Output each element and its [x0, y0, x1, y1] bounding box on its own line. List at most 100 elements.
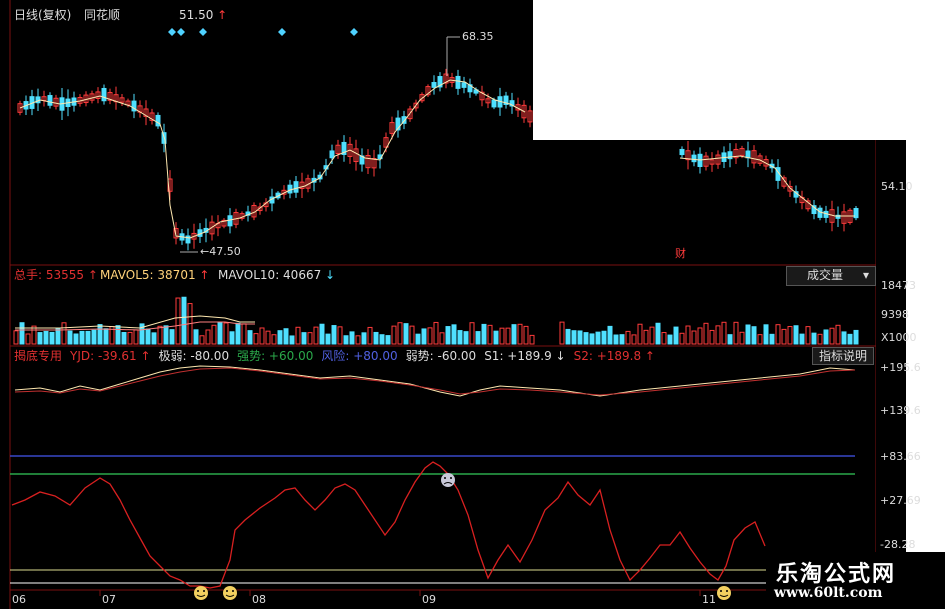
volume-bar [631, 334, 637, 345]
volume-bar [577, 330, 583, 345]
volume-bar [175, 297, 181, 345]
volume-bar [325, 333, 331, 345]
volume-bar [745, 324, 751, 345]
indicator-name: 揭底专用 [14, 349, 63, 363]
volume-bar [73, 333, 79, 345]
volume-bar [679, 332, 685, 345]
volume-bar [259, 327, 265, 345]
watermark-title: 乐淘公式网 [776, 562, 897, 587]
indicator-tick: +83.66 [880, 450, 921, 463]
indicator-value: S2: +189.8 ↑ [573, 349, 655, 363]
indicator-tick: -28.28 [880, 538, 916, 551]
volume-bar [205, 329, 211, 345]
volume-bar [181, 296, 187, 345]
candle-body [745, 150, 751, 159]
price-axis-tick: 54.10 [881, 180, 913, 193]
volume-bar [229, 331, 235, 345]
volume-bar [493, 330, 499, 345]
volume-bar [337, 326, 343, 345]
candle-body [155, 114, 161, 127]
volume-bar [775, 324, 781, 345]
volume-bar [589, 333, 595, 345]
volume-bar [13, 330, 19, 345]
candle-body [227, 215, 233, 227]
candle-body [47, 95, 53, 106]
candle-body [679, 148, 685, 156]
chart-canvas[interactable] [0, 0, 945, 609]
indicator-dropdown[interactable]: 成交量 ▾ [786, 266, 876, 286]
volume-bar [409, 325, 415, 345]
volume-bar [343, 335, 349, 345]
volume-bar [607, 325, 613, 345]
candle-body [293, 181, 299, 193]
volume-bar [751, 326, 757, 345]
smiley-icon [223, 586, 237, 600]
volume-bar [619, 334, 625, 345]
volume-bar [451, 324, 457, 345]
x-axis-label: 07 [102, 593, 116, 606]
x-axis-label: 09 [422, 593, 436, 606]
mavol5-label: MAVOL5: 38701 ↑ [100, 268, 210, 282]
volume-bar [55, 328, 61, 345]
stock-chart-window[interactable]: 日线(复权) 同花顺 51.50 ↑ 68.35 ←47.50 54.10 财 … [0, 0, 945, 609]
volume-bar [379, 334, 385, 345]
volume-bar [355, 335, 361, 345]
volume-bar [481, 323, 487, 345]
indicator-value: 强势: +60.00 [237, 349, 314, 363]
volume-bar [235, 322, 241, 345]
volume-bar [805, 326, 811, 345]
indicator-tick: +139.6 [880, 404, 921, 417]
watermark-url: www.60lt.com [774, 585, 883, 601]
finance-badge[interactable]: 财 [675, 247, 686, 261]
volume-bar [697, 327, 703, 345]
volume-bar [523, 325, 529, 345]
volume-bar [691, 330, 697, 345]
indicator-value: S1: +189.9 ↓ [484, 349, 566, 363]
candle-body [101, 87, 107, 102]
volume-bar [295, 326, 301, 345]
volume-bar [361, 332, 367, 345]
volume-bar [85, 330, 91, 345]
volume-bar [349, 331, 355, 345]
volume-bar [673, 326, 679, 345]
app-name: 同花顺 [84, 8, 121, 22]
dropdown-label: 成交量 [807, 268, 844, 282]
volume-bar [61, 322, 67, 345]
volume-bar [241, 323, 247, 345]
blank-region [533, 0, 945, 140]
volume-bar [733, 321, 739, 345]
x-axis-label: 08 [252, 593, 266, 606]
indicator-value: 风险: +80.00 [321, 349, 398, 363]
indicator-help-button[interactable]: 指标说明 [812, 347, 875, 365]
volume-bar [475, 331, 481, 345]
volume-unit: X1000 [881, 331, 917, 344]
volume-bar [727, 334, 733, 345]
sad-face-icon [441, 473, 455, 487]
volume-bar [787, 326, 793, 345]
volume-bar [421, 328, 427, 345]
volume-bar [271, 334, 277, 345]
volume-bar [571, 330, 577, 345]
chart-title: 日线(复权) [14, 8, 72, 22]
volume-bar [715, 325, 721, 345]
volume-bar [655, 322, 661, 345]
volume-bar [49, 331, 55, 345]
volume-bar [127, 331, 133, 345]
volume-bar [133, 329, 139, 345]
signal-diamonds [168, 28, 358, 36]
candle-body [431, 82, 437, 88]
volume-bar [37, 332, 43, 345]
volume-bar [277, 330, 283, 345]
volume-bar [721, 321, 727, 345]
candle-body [455, 75, 461, 89]
volume-bar [79, 330, 85, 345]
volume-bar [307, 332, 313, 345]
volume-bar [769, 333, 775, 345]
volume-bar [397, 322, 403, 345]
volume-bar [685, 325, 691, 345]
volume-bar [649, 326, 655, 345]
volume-bar [373, 331, 379, 345]
volume-bar [469, 322, 475, 345]
volume-bar [199, 335, 205, 345]
candle-body [329, 150, 335, 159]
